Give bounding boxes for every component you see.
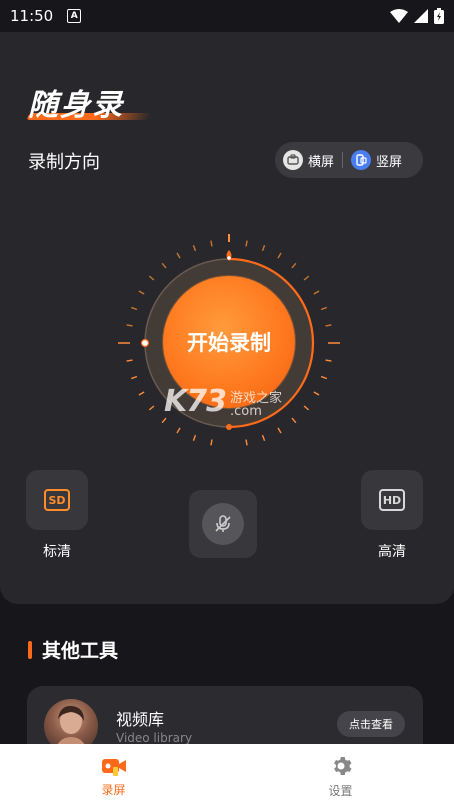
dial-tick [131, 306, 138, 311]
nav-item-record[interactable]: 录屏 [0, 744, 227, 808]
signal-icon [414, 9, 428, 23]
hd-label: 高清 [378, 544, 406, 560]
wifi-icon [390, 9, 408, 23]
dial-tick [161, 262, 167, 269]
dial-tick [210, 439, 213, 446]
dial-tick [192, 245, 197, 252]
gear-icon [333, 756, 351, 775]
sd-badge: SD [44, 489, 70, 511]
dial-tick [161, 417, 167, 424]
dial-tick [320, 375, 327, 380]
dial-tick [148, 405, 155, 411]
hd-quality-button[interactable]: HD [361, 470, 423, 530]
mic-off-icon [202, 503, 244, 545]
dial-tick [303, 275, 310, 281]
dial-tick [261, 245, 266, 252]
nav-label-settings: 设置 [328, 783, 353, 798]
start-record-button[interactable]: 开始录制 [163, 276, 295, 408]
orientation-title: 录制方向 [28, 152, 100, 173]
status-left: 11:50 A [10, 7, 82, 25]
notification-a-icon: A [67, 9, 82, 23]
landscape-icon [283, 150, 303, 170]
dial-tick [325, 324, 332, 327]
dial-tick [138, 290, 145, 295]
dial-tick [277, 427, 282, 434]
sd-label: 标清 [43, 544, 71, 560]
dial-tick [126, 324, 133, 327]
tool-name: 视频库 [116, 710, 165, 729]
status-bar: 11:50 A [0, 0, 454, 32]
orientation-divider [342, 152, 344, 168]
dial-tick [261, 434, 266, 441]
dial-tick [148, 275, 155, 281]
landscape-option[interactable]: 横屏 [283, 150, 334, 170]
dial-tick [313, 391, 320, 396]
nav-item-settings[interactable]: 设置 [227, 744, 454, 808]
sd-quality-button[interactable]: SD [26, 470, 88, 530]
dial-tick [313, 290, 320, 295]
tools-title-text: 其他工具 [42, 640, 119, 662]
dial-tick [131, 375, 138, 380]
status-time: 11:50 [10, 7, 54, 25]
dial-tick [245, 439, 248, 446]
landscape-label: 横屏 [308, 154, 335, 170]
view-button[interactable]: 点击查看 [337, 711, 405, 737]
hd-badge: HD [379, 489, 405, 511]
section-accent-bar [28, 640, 32, 659]
portrait-option[interactable]: 竖屏 [351, 150, 402, 170]
dial-tick [176, 427, 181, 434]
dial-tick [320, 306, 327, 311]
orientation-toggle: 横屏 竖屏 [275, 142, 423, 178]
dial-tick [303, 405, 310, 411]
dial-tick [176, 252, 181, 259]
dial-tick [192, 434, 197, 441]
dial-tick [210, 240, 213, 247]
tools-section-title: 其他工具 [28, 636, 118, 663]
bottom-nav: 录屏 设置 [0, 744, 454, 808]
status-right [390, 8, 444, 24]
portrait-icon [351, 150, 372, 170]
app-logo: 随身录 [28, 88, 124, 123]
battery-icon [434, 8, 444, 24]
dial-tick [126, 359, 133, 362]
dial-tick [277, 252, 282, 259]
tool-subtitle: Video library [116, 731, 193, 745]
microphone-toggle-button[interactable] [189, 490, 257, 558]
video-camera-icon [101, 758, 126, 776]
dial-tick [325, 359, 332, 362]
nav-label-record: 录屏 [101, 782, 126, 797]
portrait-label: 竖屏 [376, 154, 403, 170]
dial-tick [291, 417, 297, 424]
dial-tick [138, 391, 145, 396]
dial-tick [245, 240, 248, 247]
dial-tick [291, 262, 297, 269]
